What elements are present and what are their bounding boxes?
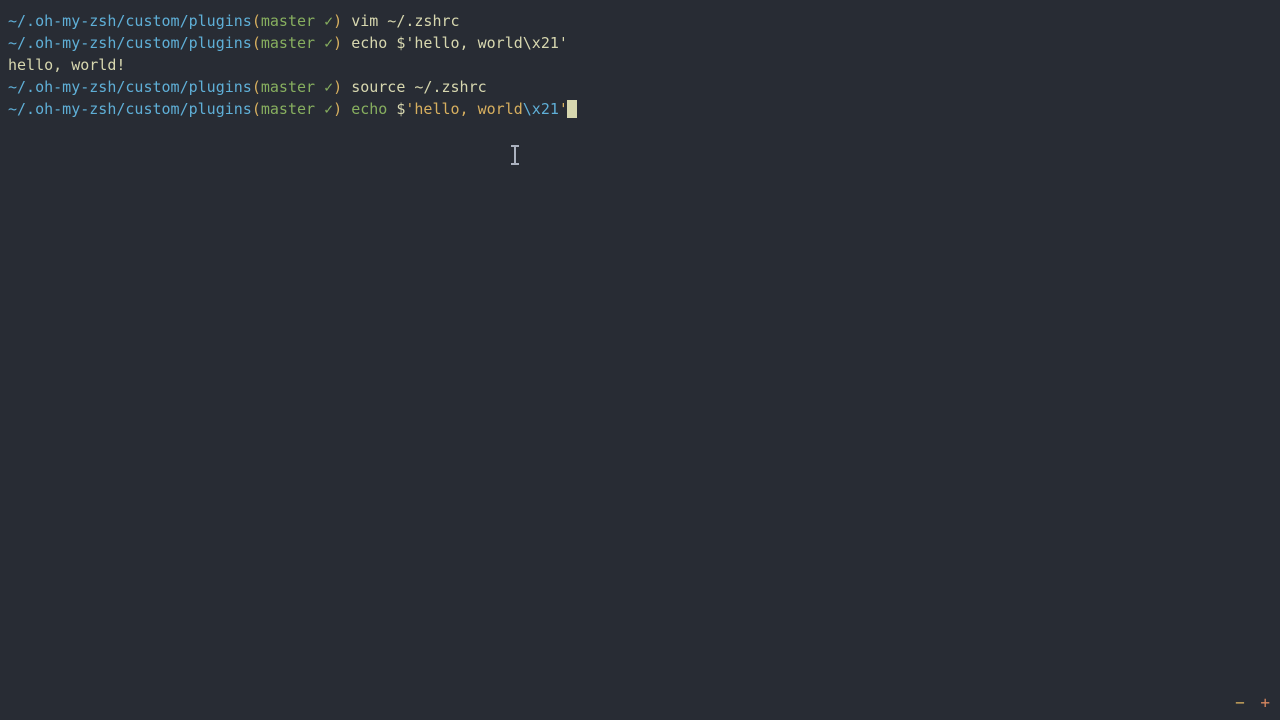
cmd-dollar: $ xyxy=(387,100,405,118)
prompt-paren-close: ) xyxy=(333,34,342,52)
prompt-check-icon: ✓ xyxy=(315,34,333,52)
prompt-check-icon: ✓ xyxy=(315,12,333,30)
prompt-paren-close: ) xyxy=(333,78,342,96)
history-line: ~/.oh-my-zsh/custom/plugins(master ✓) vi… xyxy=(8,10,1272,32)
prompt-branch: master xyxy=(261,34,315,52)
prompt-paren-open: ( xyxy=(252,34,261,52)
output-line: hello, world! xyxy=(8,54,1272,76)
command-text: source ~/.zshrc xyxy=(351,78,486,96)
prompt-paren-open: ( xyxy=(252,100,261,118)
prompt-paren-close: ) xyxy=(333,100,342,118)
terminal-area[interactable]: ~/.oh-my-zsh/custom/plugins(master ✓) vi… xyxy=(0,0,1280,130)
prompt-branch: master xyxy=(261,12,315,30)
cmd-escape: \x21 xyxy=(523,100,559,118)
prompt-branch: master xyxy=(261,78,315,96)
prompt-path: ~/.oh-my-zsh/custom/plugins xyxy=(8,34,252,52)
current-input-line[interactable]: ~/.oh-my-zsh/custom/plugins(master ✓) ec… xyxy=(8,98,1272,120)
prompt-path: ~/.oh-my-zsh/custom/plugins xyxy=(8,78,252,96)
command-text: vim ~/.zshrc xyxy=(351,12,459,30)
cursor-block xyxy=(567,100,577,118)
prompt-branch: master xyxy=(261,100,315,118)
zoom-controls: − + xyxy=(1229,692,1270,714)
prompt-paren-close: ) xyxy=(333,12,342,30)
prompt-check-icon: ✓ xyxy=(315,78,333,96)
text-cursor-icon xyxy=(510,146,520,164)
prompt-paren-open: ( xyxy=(252,78,261,96)
prompt-paren-open: ( xyxy=(252,12,261,30)
prompt-path: ~/.oh-my-zsh/custom/plugins xyxy=(8,12,252,30)
cmd-builtin: echo xyxy=(351,100,387,118)
prompt-path: ~/.oh-my-zsh/custom/plugins xyxy=(8,100,252,118)
zoom-out-button[interactable]: − xyxy=(1235,693,1245,712)
history-line: ~/.oh-my-zsh/custom/plugins(master ✓) ec… xyxy=(8,32,1272,54)
zoom-in-button[interactable]: + xyxy=(1260,693,1270,712)
command-text: echo $'hello, world\x21' xyxy=(351,34,568,52)
prompt-check-icon: ✓ xyxy=(315,100,333,118)
cmd-string-body: hello, world xyxy=(414,100,522,118)
history-line: ~/.oh-my-zsh/custom/plugins(master ✓) so… xyxy=(8,76,1272,98)
